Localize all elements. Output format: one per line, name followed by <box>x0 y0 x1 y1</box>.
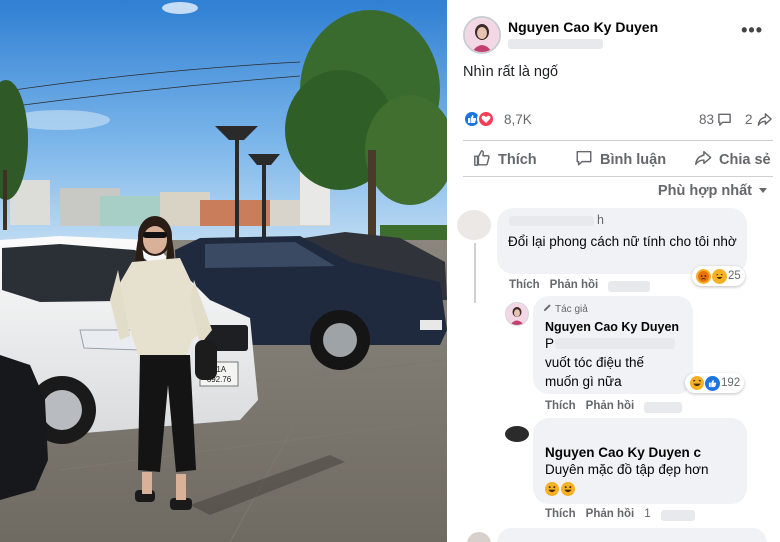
reply-author-name[interactable]: Nguyen Cao Ky Duyen <box>545 320 679 334</box>
comment-bubble-1: h Đổi lại phong cách nữ tính cho tôi nhờ <box>497 208 747 274</box>
laugh-emoji-icon <box>712 268 727 284</box>
comment-reply-link[interactable]: Phản hồi <box>550 279 599 292</box>
comment-time-redacted <box>660 510 695 521</box>
reactions-count[interactable]: 8,7K <box>504 112 532 127</box>
caret-down-icon <box>758 183 768 199</box>
comment-bubble-2: Tác giả Nguyen Cao Ky Duyen P vuốt tóc đ… <box>533 296 693 394</box>
post-header: Nguyen Cao Ky Duyen ••• <box>463 14 773 58</box>
comments-count[interactable]: 83 <box>699 112 714 127</box>
reply-mention-redacted <box>555 338 675 349</box>
grin-emoji-icon <box>545 482 559 496</box>
post-photo[interactable]: 51A 692.76 <box>0 0 447 542</box>
like-emoji-icon <box>705 375 720 391</box>
angry-emoji-icon <box>696 268 711 284</box>
post-side-panel: Nguyen Cao Ky Duyen ••• Nhìn rất là ngố … <box>447 0 780 542</box>
reply-sub-prefix: P <box>545 336 555 351</box>
share-icon <box>694 149 712 171</box>
comment-label: Bình luận <box>600 152 667 168</box>
author-tag-label: Tác giả <box>555 303 588 315</box>
pen-icon <box>543 303 552 315</box>
comment-actions-1: Thích Phản hồi <box>509 279 651 292</box>
comment-like-link[interactable]: Thích <box>509 279 540 292</box>
comment-reply-link[interactable]: Phản hồi <box>586 508 635 521</box>
comment-time-redacted <box>644 402 683 413</box>
reply-thread-line <box>474 243 476 303</box>
comment-text-2: vuốt tóc điệu thế muốn gì nữa <box>545 355 645 389</box>
post-meta-redacted <box>508 39 603 49</box>
comment-button[interactable]: Bình luận <box>575 148 666 172</box>
author-reply-avatar[interactable] <box>505 302 529 326</box>
author-tag: Tác giả <box>543 303 588 315</box>
shares-count[interactable]: 2 <box>745 112 753 127</box>
comment-text-1: Đổi lại phong cách nữ tính cho tôi nhờ <box>508 234 737 249</box>
comment-reply-link[interactable]: Phản hồi <box>586 400 635 413</box>
comment-actions-3: Thích Phản hồi 1 <box>545 508 695 521</box>
comment-actions-2: Thích Phản hồi <box>545 400 683 413</box>
grin-emoji-icon <box>561 482 575 496</box>
share-count-icon <box>757 112 772 132</box>
comment-3-name[interactable]: Nguyen Cao Ky Duyen c <box>545 445 701 460</box>
author-avatar[interactable] <box>463 16 501 54</box>
post-stats: 8,7K 83 2 <box>463 108 773 132</box>
author-name[interactable]: Nguyen Cao Ky Duyen <box>508 19 658 35</box>
comment-reaction-count-1: 25 <box>728 270 741 282</box>
comment-bubble-next <box>497 528 767 542</box>
commenter-avatar-3[interactable] <box>505 426 529 442</box>
comment-meta-suffix: 1 <box>644 508 651 520</box>
comment-like-link[interactable]: Thích <box>545 400 576 413</box>
sort-label: Phù hợp nhất <box>657 183 752 199</box>
comment-icon <box>575 149 593 171</box>
divider-top <box>463 140 773 141</box>
comment-like-link[interactable]: Thích <box>545 508 576 521</box>
divider-bottom <box>463 176 773 177</box>
commenter-name-redacted <box>509 216 594 226</box>
comment-reactions-2[interactable]: 192 <box>685 373 745 393</box>
comment-text-3: Duyên mặc đồ tập đẹp hơn <box>545 462 709 477</box>
more-horizontal-icon[interactable]: ••• <box>741 20 763 41</box>
photo-scene: 51A 692.76 <box>0 0 447 542</box>
comment-count-icon <box>717 112 732 132</box>
commenter-avatar-redacted[interactable] <box>457 210 491 240</box>
comment-reactions-1[interactable]: 25 <box>692 266 745 286</box>
comment-sort-dropdown[interactable]: Phù hợp nhất <box>658 183 768 199</box>
like-button[interactable]: Thích <box>473 148 537 172</box>
share-button[interactable]: Chia sẻ <box>694 148 771 172</box>
post-caption: Nhìn rất là ngố <box>463 64 559 80</box>
comment-reaction-count-2: 192 <box>721 377 741 389</box>
love-reaction-icon[interactable] <box>477 110 495 128</box>
thumbs-up-icon <box>473 149 491 171</box>
comment-bubble-3: Nguyen Cao Ky Duyen c Duyên mặc đồ tập đ… <box>533 418 747 504</box>
like-label: Thích <box>498 152 537 168</box>
commenter-name-suffix: h <box>597 213 604 227</box>
comment-time-redacted <box>608 281 651 292</box>
next-commenter-avatar[interactable] <box>467 532 491 542</box>
laugh-emoji-icon <box>689 376 704 391</box>
share-label: Chia sẻ <box>719 152 771 168</box>
comment-3-emojis <box>545 482 575 496</box>
post-actions: Thích Bình luận Chia sẻ <box>463 144 773 174</box>
